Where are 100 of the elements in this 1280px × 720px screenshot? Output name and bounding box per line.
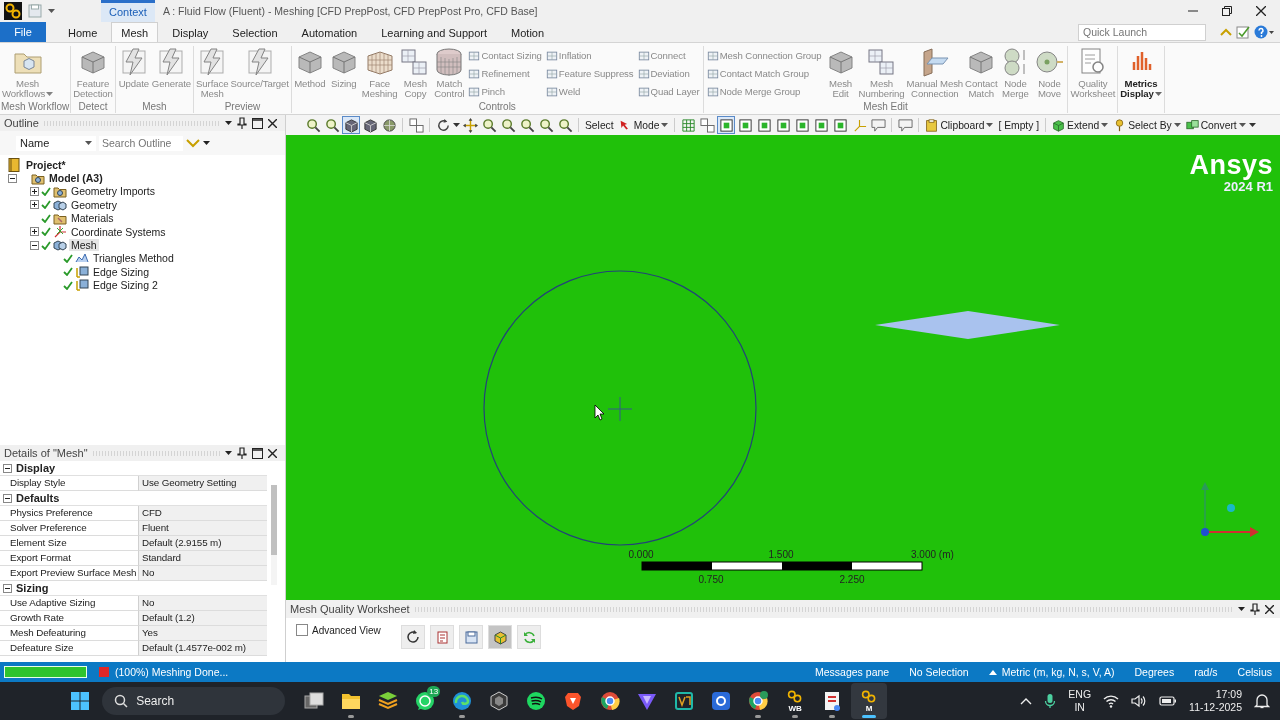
taskbar-app[interactable]: WB — [777, 683, 814, 719]
tree-toggle-icon[interactable] — [30, 240, 39, 250]
tree-toggle-icon[interactable] — [8, 173, 17, 183]
close-icon[interactable] — [1256, 6, 1266, 16]
property-value[interactable]: No — [139, 596, 267, 611]
section-toggle-icon[interactable] — [3, 583, 12, 593]
caret-icon[interactable] — [453, 123, 460, 127]
pin-icon[interactable] — [237, 447, 247, 459]
toolbar-button[interactable] — [717, 116, 736, 134]
file-tab[interactable]: File — [0, 22, 46, 42]
toolbar-button[interactable] — [304, 116, 322, 134]
help-icon[interactable] — [1254, 25, 1274, 39]
ribbon-button[interactable]: Metrics Display — [1119, 46, 1163, 113]
property-value[interactable]: Use Geometry Setting — [139, 476, 267, 491]
toolbar-button[interactable] — [556, 116, 574, 134]
toolbar-button[interactable] — [380, 116, 398, 134]
toolbar-button[interactable] — [499, 116, 517, 134]
clock-date[interactable]: 11-12-2025 — [1189, 701, 1242, 714]
tree-item[interactable]: Triangles Method — [91, 252, 176, 265]
speaker-icon[interactable] — [1131, 694, 1148, 708]
context-tab[interactable]: Context — [101, 0, 155, 22]
property-value[interactable]: Standard — [139, 551, 267, 566]
property-value[interactable]: Default (2.9155 m) — [139, 536, 267, 551]
section-toggle-icon[interactable] — [3, 493, 12, 503]
tree-item[interactable]: Coordinate Systems — [69, 225, 168, 238]
property-value[interactable]: Default (1.2) — [139, 611, 267, 626]
property-value[interactable]: No — [139, 566, 267, 581]
scrollbar-thumb[interactable] — [271, 485, 277, 555]
restore-icon[interactable] — [1222, 6, 1232, 16]
toolbar-button[interactable] — [537, 116, 555, 134]
status-item[interactable]: Celsius — [1237, 666, 1272, 678]
toolbar-button[interactable] — [812, 116, 831, 134]
toolbar-button[interactable] — [869, 116, 888, 134]
tree-toggle-icon[interactable] — [30, 200, 39, 210]
clock-time[interactable]: 17:09 — [1215, 688, 1242, 701]
toolbar-button[interactable] — [698, 116, 717, 134]
toolbar-button[interactable] — [793, 116, 812, 134]
toolbar-button[interactable] — [361, 116, 379, 134]
toolbar-button[interactable] — [774, 116, 793, 134]
toolbar-button[interactable] — [323, 116, 341, 134]
tree-item[interactable]: Geometry — [69, 198, 120, 211]
toolbar-button[interactable] — [342, 116, 360, 134]
toolbar-button[interactable] — [407, 116, 425, 134]
section-toggle-icon[interactable] — [3, 463, 12, 473]
tree-item[interactable]: Edge Sizing 2 — [91, 279, 160, 292]
toolbar-button[interactable] — [736, 116, 755, 134]
toolbar-button[interactable] — [755, 116, 774, 134]
language-indicator[interactable]: ENG — [1068, 688, 1092, 701]
close-icon[interactable] — [268, 118, 277, 128]
maximize-icon[interactable] — [252, 117, 263, 129]
status-item[interactable]: rad/s — [1194, 666, 1218, 678]
tree-toggle-icon[interactable] — [30, 186, 39, 196]
search-field[interactable]: Search — [102, 687, 286, 715]
ribbon-tab[interactable]: Motion — [501, 22, 555, 42]
toolbar-button[interactable] — [461, 116, 479, 134]
column-dropdown[interactable]: Name — [16, 135, 96, 151]
status-item[interactable]: No Selection — [909, 666, 969, 678]
ribbon-tab[interactable]: Display — [162, 22, 219, 42]
property-value[interactable]: CFD — [139, 506, 267, 521]
checklist-icon[interactable] — [1236, 25, 1250, 39]
toolbar-button[interactable]: Clipboard — [923, 118, 996, 132]
taskbar-app[interactable]: M — [851, 683, 888, 719]
toolbar-button[interactable] — [831, 116, 850, 134]
scrollbar[interactable] — [271, 485, 277, 585]
tree-item[interactable]: Project* — [24, 158, 68, 171]
search-field[interactable]: Search Outline — [99, 135, 183, 151]
tree-toggle-icon[interactable] — [30, 227, 39, 237]
checkbox-label[interactable]: Advanced View — [312, 624, 381, 636]
microphone-icon[interactable] — [1044, 693, 1057, 709]
tree-item[interactable]: Geometry Imports — [69, 185, 158, 198]
ribbon-tab[interactable]: Home — [58, 22, 108, 42]
region-indicator[interactable]: IN — [1074, 701, 1085, 714]
toolbar-button[interactable]: Select — [583, 119, 616, 131]
wifi-icon[interactable] — [1103, 694, 1120, 708]
icon-button[interactable] — [401, 625, 425, 649]
toolbar-button[interactable] — [518, 116, 536, 134]
ribbon-tab[interactable]: Selection — [222, 22, 288, 42]
toolbar-button[interactable]: [ Empty ] — [996, 119, 1042, 131]
toolbar-button[interactable]: Mode — [616, 118, 671, 132]
toolbar-button[interactable]: Convert — [1183, 118, 1248, 132]
property-value[interactable]: Default (1.4577e-002 m) — [139, 641, 267, 656]
close-icon[interactable] — [1265, 604, 1274, 614]
toolbar-button[interactable]: Select By — [1111, 118, 1183, 132]
status-item[interactable]: Messages pane — [815, 666, 890, 678]
ribbon-tab[interactable]: Mesh — [111, 22, 159, 43]
tree-item[interactable]: Edge Sizing — [91, 265, 152, 278]
toolbar-button[interactable] — [480, 116, 498, 134]
bell-icon[interactable] — [1254, 693, 1270, 709]
tree-item[interactable]: Mesh — [69, 239, 99, 252]
toolbar-button[interactable] — [896, 116, 915, 134]
toolbar-button[interactable]: Extend — [1050, 118, 1111, 132]
pin-icon[interactable] — [237, 117, 247, 129]
tree-item[interactable]: Model (A3) — [47, 172, 105, 185]
status-item[interactable]: Degrees — [1134, 666, 1175, 678]
property-value[interactable]: Yes — [139, 626, 267, 641]
tree-item[interactable]: Materials — [69, 212, 116, 225]
maximize-icon[interactable] — [252, 447, 263, 459]
ribbon-tab[interactable]: Automation — [291, 22, 368, 42]
ribbon-tab[interactable]: Learning and Support — [371, 22, 498, 42]
battery-icon[interactable] — [1159, 695, 1178, 707]
